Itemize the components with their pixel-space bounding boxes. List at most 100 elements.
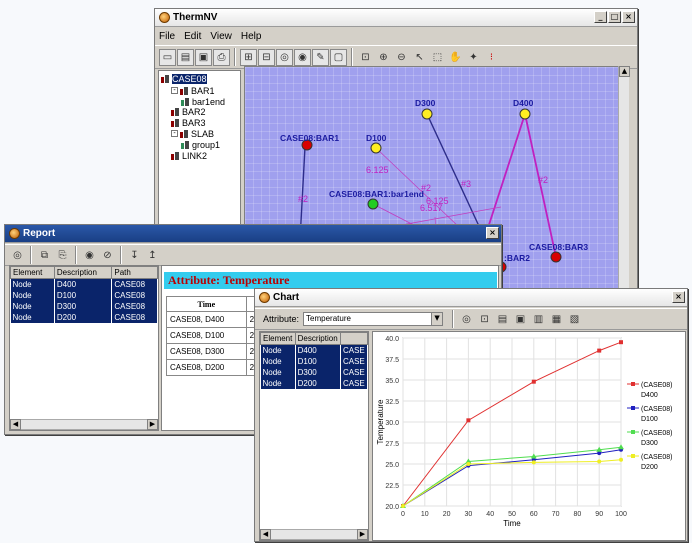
minimize-icon[interactable]: _ bbox=[594, 11, 607, 23]
close-icon[interactable]: × bbox=[622, 11, 635, 23]
annotate-icon[interactable]: ✦ bbox=[465, 49, 482, 66]
legend-label: (CASE08) bbox=[641, 406, 673, 413]
close-icon[interactable]: × bbox=[672, 291, 685, 303]
report-hscroll[interactable]: ◀ ▶ bbox=[10, 419, 158, 430]
cell: CASE08 bbox=[111, 289, 158, 301]
chevron-down-icon[interactable]: ▼ bbox=[431, 313, 443, 325]
menu-help[interactable]: Help bbox=[241, 31, 262, 42]
report-settings-icon[interactable]: ◎ bbox=[9, 247, 26, 264]
grid-icon[interactable]: ⊞ bbox=[240, 48, 257, 66]
column-header-element[interactable]: Element bbox=[10, 266, 55, 279]
cell: Node bbox=[10, 311, 55, 323]
cell: Node bbox=[10, 289, 55, 301]
colors-icon[interactable]: ⁝ bbox=[483, 49, 500, 66]
node-label: CASE08:BAR3 bbox=[529, 242, 588, 252]
chart-bar-icon[interactable]: ▥ bbox=[530, 311, 547, 328]
chart-element-table[interactable]: Element Description Node D400 CASE Node D10… bbox=[259, 331, 369, 541]
table-row[interactable]: Node D300 CASE bbox=[260, 366, 368, 378]
menu-file[interactable]: File bbox=[159, 31, 175, 42]
chart-icon[interactable]: ◉ bbox=[294, 48, 311, 66]
x-tick-label: 50 bbox=[508, 511, 516, 518]
tree-item[interactable]: - BAR1 bbox=[171, 85, 215, 96]
zoom-in-icon[interactable]: ⊕ bbox=[375, 49, 392, 66]
zoom-out-icon[interactable]: ⊖ bbox=[393, 49, 410, 66]
cell: D300 bbox=[295, 366, 341, 378]
table-row[interactable]: Node D100 CASE08 bbox=[10, 289, 158, 301]
chart-zoom-icon[interactable]: ⊡ bbox=[476, 311, 493, 328]
y-tick-label: 32.5 bbox=[385, 399, 399, 406]
open-icon[interactable]: ▤ bbox=[177, 48, 194, 66]
edge-label: #3 bbox=[461, 179, 471, 189]
report-icon[interactable]: ◎ bbox=[276, 48, 293, 66]
table-row[interactable]: Node D200 CASE bbox=[260, 377, 368, 389]
table-row[interactable]: Node D100 CASE bbox=[260, 355, 368, 367]
report-titlebar[interactable]: Report × bbox=[5, 225, 501, 243]
tree-item[interactable]: BAR3 bbox=[171, 117, 206, 128]
chart-table-icon[interactable]: ▤ bbox=[494, 311, 511, 328]
column-header-path[interactable]: Path bbox=[111, 266, 158, 279]
tree-item[interactable]: LINK2 bbox=[171, 150, 207, 161]
scroll-up-icon[interactable]: ▲ bbox=[619, 66, 630, 77]
print-icon[interactable]: ⎙ bbox=[213, 48, 230, 66]
scroll-right-icon[interactable]: ▶ bbox=[147, 419, 158, 430]
copy-icon[interactable]: ⧉ bbox=[36, 247, 53, 264]
table-row[interactable]: Node D300 CASE08 bbox=[10, 300, 158, 312]
tree-item[interactable]: CASE08 bbox=[161, 73, 207, 84]
report-toolbar: ◎ ⧉ ⎘ ◉ ⊘ ↧ ↥ bbox=[5, 244, 501, 266]
layout-icon[interactable]: ⊟ bbox=[258, 48, 275, 66]
column-header-element[interactable]: Element bbox=[260, 332, 296, 345]
pan-hand-icon[interactable]: ✋ bbox=[447, 49, 464, 66]
column-header-description[interactable]: Description bbox=[294, 332, 341, 345]
edge-label: #2 bbox=[298, 194, 308, 204]
cell: CASE bbox=[340, 366, 368, 378]
legend-marker bbox=[631, 454, 635, 458]
chart-settings-icon[interactable]: ◎ bbox=[458, 311, 475, 328]
window-icon[interactable]: ▢ bbox=[330, 48, 347, 66]
table-row[interactable]: Node D400 CASE bbox=[260, 344, 368, 356]
tree-item[interactable]: BAR2 bbox=[171, 106, 206, 117]
thermnv-titlebar[interactable]: ThermNV _ □ × bbox=[155, 9, 637, 27]
table-row[interactable]: Node D200 CASE08 bbox=[10, 311, 158, 323]
y-tick-label: 30.0 bbox=[385, 420, 399, 427]
refresh-icon[interactable]: ◉ bbox=[81, 247, 98, 264]
chart-data-icon[interactable]: ▧ bbox=[566, 311, 583, 328]
graph-edge bbox=[524, 113, 557, 258]
expand-toggle-icon[interactable]: - bbox=[171, 87, 178, 94]
expand-toggle-icon[interactable]: - bbox=[171, 130, 178, 137]
canvas-vscroll[interactable]: ▲ bbox=[618, 66, 630, 295]
scroll-left-icon[interactable]: ◀ bbox=[260, 529, 271, 540]
element-icon bbox=[180, 86, 188, 95]
save-icon[interactable]: ▣ bbox=[195, 48, 212, 66]
zoom-fit-icon[interactable]: ⊡ bbox=[357, 49, 374, 66]
close-icon[interactable]: × bbox=[486, 227, 499, 239]
x-tick-label: 100 bbox=[615, 511, 627, 518]
stop-icon[interactable]: ⊘ bbox=[99, 247, 116, 264]
scroll-left-icon[interactable]: ◀ bbox=[10, 419, 21, 430]
tree-item[interactable]: - SLAB bbox=[171, 128, 214, 139]
export-icon[interactable]: ⎘ bbox=[54, 247, 71, 264]
new-icon[interactable]: ▭ bbox=[159, 48, 176, 66]
y-tick-label: 27.5 bbox=[385, 441, 399, 448]
report-element-table[interactable]: Element Description Path Node D400 CASE08 … bbox=[9, 265, 159, 431]
column-header-path[interactable] bbox=[339, 332, 368, 345]
pointer-icon[interactable]: ↖ bbox=[411, 49, 428, 66]
menu-edit[interactable]: Edit bbox=[184, 31, 201, 42]
attribute-select[interactable]: Temperature ▼ bbox=[303, 312, 444, 326]
sort-desc-icon[interactable]: ↥ bbox=[144, 247, 161, 264]
tree-item-label: SLAB bbox=[191, 128, 215, 139]
scroll-right-icon[interactable]: ▶ bbox=[357, 529, 368, 540]
maximize-icon[interactable]: □ bbox=[608, 11, 621, 23]
chart-view-icon[interactable]: ▣ bbox=[512, 311, 529, 328]
edit-icon[interactable]: ✎ bbox=[312, 48, 329, 66]
sort-asc-icon[interactable]: ↧ bbox=[126, 247, 143, 264]
column-header-description[interactable]: Description bbox=[53, 266, 113, 279]
select-box-icon[interactable]: ⬚ bbox=[429, 49, 446, 66]
chart-table-hscroll[interactable]: ◀ ▶ bbox=[260, 529, 368, 540]
chart-export-icon[interactable]: ▦ bbox=[548, 311, 565, 328]
tree-item-label: bar1end bbox=[192, 96, 226, 107]
menu-view[interactable]: View bbox=[210, 31, 232, 42]
table-row[interactable]: Node D400 CASE08 bbox=[10, 278, 158, 290]
chart-titlebar[interactable]: Chart × bbox=[255, 289, 687, 307]
tree-item[interactable]: group1 bbox=[181, 139, 220, 150]
node-label: D400 bbox=[513, 98, 534, 108]
